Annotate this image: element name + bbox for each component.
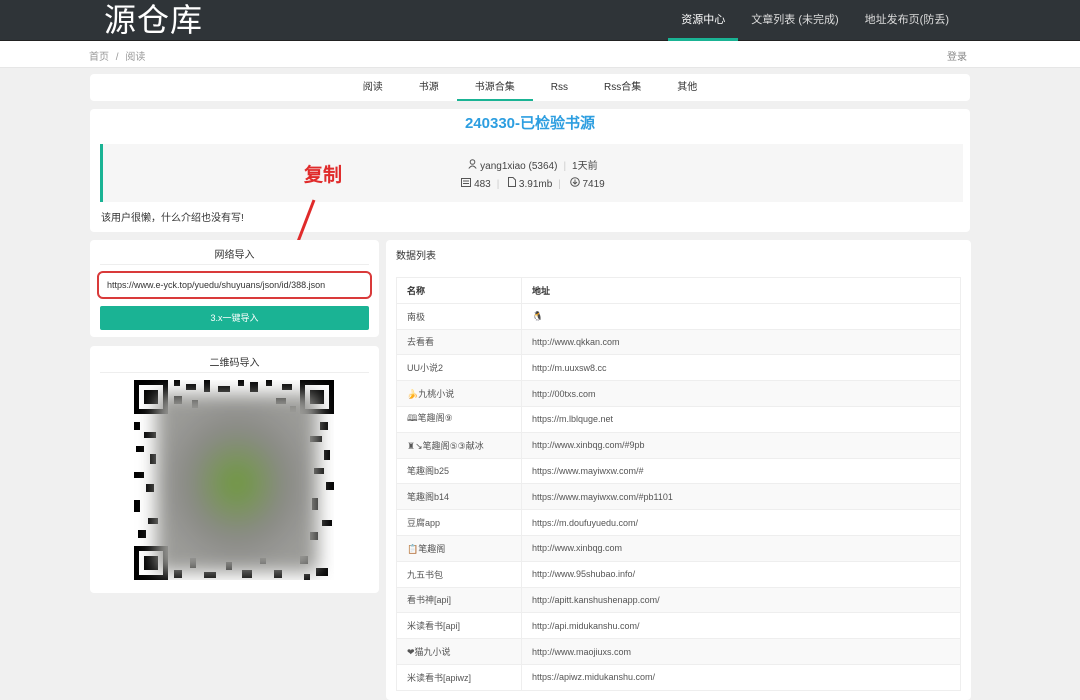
data-list-title: 数据列表 <box>396 251 436 262</box>
user-icon <box>468 159 480 172</box>
row-url[interactable]: http://www.maojiuxs.com <box>521 638 961 665</box>
qr-import-card: 二维码导入 <box>90 346 379 593</box>
table-row[interactable]: 九五书包 http://www.95shubao.info/ <box>396 560 961 588</box>
table-row[interactable]: 南极 🐧 <box>396 302 961 330</box>
update-time: 1天前 <box>572 161 598 172</box>
count-icon <box>461 178 474 190</box>
row-name: 笔趣阁b25 <box>396 457 522 485</box>
row-url[interactable]: https://www.mayiwxw.com/# <box>521 457 961 485</box>
top-nav: 资源中心 文章列表 (未完成) 地址发布页(防丢) <box>668 0 1080 41</box>
site-logo[interactable]: 源仓库 <box>104 0 203 40</box>
row-url[interactable]: https://www.mayiwxw.com/#pb1101 <box>521 483 961 511</box>
row-name: ♜↘笔趣阁⑤③献冰 <box>396 431 522 459</box>
breadcrumb-bar: 首页 / 阅读 登录 <box>0 41 1080 68</box>
nav-address-page[interactable]: 地址发布页(防丢) <box>852 0 962 40</box>
download-count: 7419 <box>582 179 605 190</box>
nav-resource-center[interactable]: 资源中心 <box>668 0 739 41</box>
table-row[interactable]: 🕮笔趣阁⑨ https://m.lblquge.net <box>396 405 961 433</box>
table-row[interactable]: ♜↘笔趣阁⑤③献冰 http://www.xinbqg.com/#9pb <box>396 431 961 459</box>
row-url[interactable]: http://m.uuxsw8.cc <box>521 354 961 382</box>
table-row[interactable]: 米读看书[api] http://api.midukanshu.com/ <box>396 612 961 640</box>
download-icon <box>569 177 583 190</box>
table-row[interactable]: ❤猫九小说 http://www.maojiuxs.com <box>396 638 961 665</box>
data-list-card: 数据列表 名称 地址 南极 🐧 去看看 http://www.qkkan.com U… <box>386 240 971 700</box>
row-url[interactable]: 🐧 <box>521 302 961 330</box>
row-name: 🍌九桃小说 <box>396 380 522 407</box>
login-link[interactable]: 登录 <box>947 48 967 63</box>
row-name: 米读看书[api] <box>396 612 522 640</box>
description: 该用户很懒，什么介绍也没有写! <box>101 213 244 224</box>
breadcrumb: 首页 / 阅读 <box>89 48 149 63</box>
author-name[interactable]: yang1xiao (5364) <box>480 161 557 172</box>
data-table: 名称 地址 南极 🐧 去看看 http://www.qkkan.com UU小说2 h… <box>396 277 961 691</box>
meta-panel: yang1xiao (5364) | 1天前 483 | 3.91mb | 7419 <box>100 144 963 202</box>
row-url[interactable]: https://m.lblquge.net <box>521 405 961 433</box>
tab-book-source-collection[interactable]: 书源合集 <box>456 74 533 101</box>
row-url[interactable]: http://www.qkkan.com <box>521 328 961 356</box>
row-name: 🕮笔趣阁⑨ <box>396 405 522 433</box>
tab-other[interactable]: 其他 <box>659 74 715 101</box>
row-name: 笔趣阁b14 <box>396 483 522 511</box>
table-row[interactable]: 豆腐app https://m.doufuyuedu.com/ <box>396 509 961 536</box>
tab-rss[interactable]: Rss <box>533 74 586 101</box>
column-header-name: 名称 <box>396 277 522 304</box>
table-header-row: 名称 地址 <box>396 277 961 304</box>
table-row[interactable]: 米读看书[apiwz] https://apiwz.midukanshu.com/ <box>396 663 961 691</box>
table-row[interactable]: 笔趣阁b25 https://www.mayiwxw.com/# <box>396 457 961 485</box>
row-url[interactable]: http://www.xinbqg.com <box>521 534 961 562</box>
page-title: 240330-已检验书源 <box>464 115 596 132</box>
column-header-url: 地址 <box>521 277 961 304</box>
row-url[interactable]: https://apiwz.midukanshu.com/ <box>521 663 961 691</box>
row-name: ❤猫九小说 <box>396 638 522 665</box>
network-import-card: 网络导入 https://www.e-yck.top/yuedu/shuyuan… <box>90 240 379 337</box>
row-name: 九五书包 <box>396 560 522 588</box>
row-url[interactable]: http://00txs.com <box>521 380 961 407</box>
tab-book-source[interactable]: 书源 <box>401 74 457 101</box>
row-name: 看书神[api] <box>396 586 522 614</box>
row-url[interactable]: http://www.95shubao.info/ <box>521 560 961 588</box>
table-row[interactable]: 笔趣阁b14 https://www.mayiwxw.com/#pb1101 <box>396 483 961 511</box>
row-url[interactable]: http://www.xinbqg.com/#9pb <box>521 431 961 459</box>
source-info-card: 240330-已检验书源 yang1xiao (5364) | 1天前 483 | 3… <box>90 109 970 232</box>
row-name: 豆腐app <box>396 509 522 536</box>
source-count: 483 <box>474 179 491 190</box>
breadcrumb-current: 阅读 <box>125 52 146 63</box>
row-name: 去看看 <box>396 328 522 356</box>
breadcrumb-separator: / <box>115 52 119 63</box>
file-icon <box>508 177 519 190</box>
table-row[interactable]: 看书神[api] http://apitt.kanshushenapp.com/ <box>396 586 961 614</box>
row-name: 南极 <box>396 302 522 330</box>
tab-read[interactable]: 阅读 <box>345 74 401 101</box>
top-bar: 源仓库 资源中心 文章列表 (未完成) 地址发布页(防丢) <box>0 0 1080 41</box>
qr-import-title: 二维码导入 <box>209 358 260 369</box>
file-size: 3.91mb <box>518 179 553 190</box>
qr-code-image[interactable] <box>134 380 334 580</box>
nav-article-list[interactable]: 文章列表 (未完成) <box>738 0 851 40</box>
table-row[interactable]: 去看看 http://www.qkkan.com <box>396 328 961 356</box>
network-import-title: 网络导入 <box>214 250 255 261</box>
row-name: UU小说2 <box>396 354 522 382</box>
table-row[interactable]: 📋笔趣阁 http://www.xinbqg.com <box>396 534 961 562</box>
table-row[interactable]: 🍌九桃小说 http://00txs.com <box>396 380 961 407</box>
one-click-import-button[interactable]: 3.x一键导入 <box>100 306 369 330</box>
breadcrumb-home[interactable]: 首页 <box>89 52 109 63</box>
category-tabs: 阅读 书源 书源合集 Rss Rss合集 其他 <box>90 74 970 101</box>
row-name: 米读看书[apiwz] <box>396 663 522 691</box>
copy-annotation: 复制 <box>304 165 343 186</box>
import-url-field[interactable]: https://www.e-yck.top/yuedu/shuyuans/jso… <box>97 271 372 299</box>
row-name: 📋笔趣阁 <box>396 534 522 562</box>
row-url[interactable]: https://m.doufuyuedu.com/ <box>521 509 961 536</box>
row-url[interactable]: http://apitt.kanshushenapp.com/ <box>521 586 961 614</box>
row-url[interactable]: http://api.midukanshu.com/ <box>521 612 961 640</box>
tab-rss-collection[interactable]: Rss合集 <box>586 74 659 101</box>
table-row[interactable]: UU小说2 http://m.uuxsw8.cc <box>396 354 961 382</box>
